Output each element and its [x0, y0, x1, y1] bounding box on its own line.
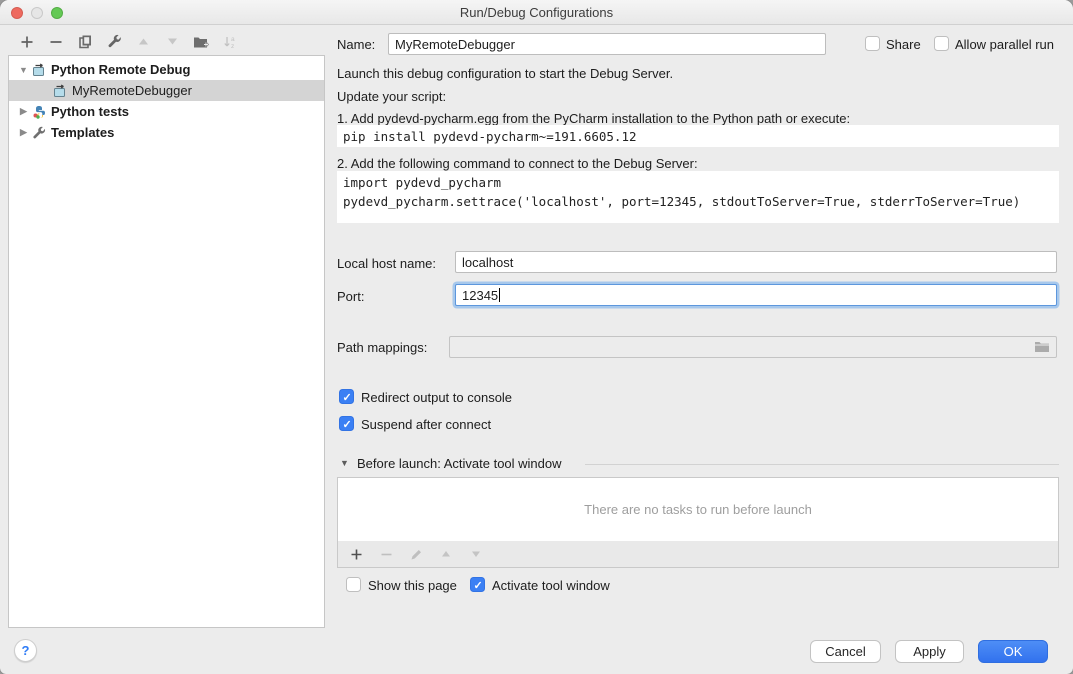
- add-icon[interactable]: [19, 34, 35, 50]
- tree-item-label: Templates: [51, 125, 114, 140]
- settrace-code-block[interactable]: import pydevd_pycharm pydevd_pycharm.set…: [337, 171, 1059, 223]
- share-label: Share: [886, 37, 921, 52]
- remove-icon[interactable]: [48, 34, 64, 50]
- local-host-name-label: Local host name:: [337, 256, 436, 271]
- edit-task-pencil-icon: [408, 546, 424, 562]
- chevron-right-icon[interactable]: ▶: [17, 106, 30, 117]
- configurations-toolbar: az: [8, 28, 325, 55]
- show-this-page-checkbox[interactable]: [346, 577, 361, 592]
- empty-tasks-text: There are no tasks to run before launch: [584, 502, 812, 517]
- port-label: Port:: [337, 289, 364, 304]
- cancel-button[interactable]: Cancel: [810, 640, 881, 663]
- name-label: Name:: [337, 37, 375, 52]
- move-down-icon: [164, 34, 180, 50]
- move-task-down-icon: [468, 546, 484, 562]
- close-icon[interactable]: [11, 7, 23, 19]
- redirect-output-checkbox[interactable]: [339, 389, 354, 404]
- instruction-step-1: 1. Add pydevd-pycharm.egg from the PyCha…: [337, 111, 850, 126]
- chevron-right-icon[interactable]: ▶: [17, 127, 30, 138]
- browse-folder-icon[interactable]: [1034, 340, 1050, 353]
- before-launch-title: Before launch: Activate tool window: [357, 456, 562, 471]
- instruction-line-1: Launch this debug configuration to start…: [337, 66, 673, 81]
- code-line-1: import pydevd_pycharm: [343, 175, 501, 190]
- sort-alphabetically-icon: az: [222, 34, 238, 50]
- allow-parallel-run-label: Allow parallel run: [955, 37, 1054, 52]
- suspend-after-connect-label: Suspend after connect: [361, 417, 491, 432]
- tree-item-label: Python Remote Debug: [51, 62, 190, 77]
- share-checkbox[interactable]: [865, 36, 880, 51]
- before-launch-task-list[interactable]: There are no tasks to run before launch: [337, 477, 1059, 542]
- suspend-after-connect-checkbox[interactable]: [339, 416, 354, 431]
- tree-item-python-tests[interactable]: ▶ Python tests: [9, 101, 324, 122]
- run-config-icon: [53, 83, 68, 98]
- name-input[interactable]: [388, 33, 826, 55]
- tree-item-myremotedebugger[interactable]: MyRemoteDebugger: [9, 80, 324, 101]
- activate-tool-window-checkbox[interactable]: [470, 577, 485, 592]
- task-list-toolbar: [337, 541, 1059, 568]
- python-tests-icon: [32, 104, 47, 119]
- allow-parallel-run-checkbox[interactable]: [934, 36, 949, 51]
- before-launch-separator: [585, 464, 1059, 465]
- instruction-step-2: 2. Add the following command to connect …: [337, 156, 698, 171]
- chevron-down-icon[interactable]: ▼: [17, 65, 30, 75]
- redirect-output-label: Redirect output to console: [361, 390, 512, 405]
- wrench-icon: [32, 125, 47, 140]
- tree-item-label: Python tests: [51, 104, 129, 119]
- new-folder-icon[interactable]: [193, 34, 209, 50]
- port-input[interactable]: 12345: [455, 284, 1057, 306]
- path-mappings-input[interactable]: [449, 336, 1057, 358]
- tree-item-python-remote-debug[interactable]: ▼ Python Remote Debug: [9, 59, 324, 80]
- svg-text:a: a: [231, 36, 235, 43]
- code-line-2: pydevd_pycharm.settrace('localhost', por…: [343, 194, 1020, 209]
- local-host-name-input[interactable]: [455, 251, 1057, 273]
- window-title: Run/Debug Configurations: [460, 5, 613, 20]
- instruction-line-2: Update your script:: [337, 89, 446, 104]
- remove-task-icon: [378, 546, 394, 562]
- ok-button[interactable]: OK: [978, 640, 1048, 663]
- apply-button[interactable]: Apply: [895, 640, 964, 663]
- text-cursor: [499, 288, 500, 302]
- copy-configuration-icon[interactable]: [77, 34, 93, 50]
- edit-templates-wrench-icon[interactable]: [106, 34, 122, 50]
- run-config-icon: [32, 62, 47, 77]
- tree-item-label: MyRemoteDebugger: [72, 83, 192, 98]
- pip-install-command[interactable]: pip install pydevd-pycharm~=191.6605.12: [337, 125, 1059, 147]
- move-up-icon: [135, 34, 151, 50]
- move-task-up-icon: [438, 546, 454, 562]
- before-launch-collapse-icon[interactable]: ▼: [340, 458, 349, 468]
- add-task-icon[interactable]: [348, 546, 364, 562]
- question-mark-icon: ?: [22, 643, 30, 658]
- path-mappings-label: Path mappings:: [337, 340, 427, 355]
- help-button[interactable]: ?: [14, 639, 37, 662]
- title-bar[interactable]: Run/Debug Configurations: [0, 0, 1073, 25]
- traffic-lights: [11, 7, 63, 19]
- minimize-icon: [31, 7, 43, 19]
- activate-tool-window-label: Activate tool window: [492, 578, 610, 593]
- show-this-page-label: Show this page: [368, 578, 457, 593]
- run-debug-configurations-dialog: Run/Debug Configurations az ▼ Python Rem…: [0, 0, 1073, 674]
- tree-item-templates[interactable]: ▶ Templates: [9, 122, 324, 143]
- svg-text:z: z: [231, 43, 234, 49]
- configurations-tree: ▼ Python Remote Debug MyRemoteDebugger ▶…: [8, 55, 325, 628]
- zoom-icon[interactable]: [51, 7, 63, 19]
